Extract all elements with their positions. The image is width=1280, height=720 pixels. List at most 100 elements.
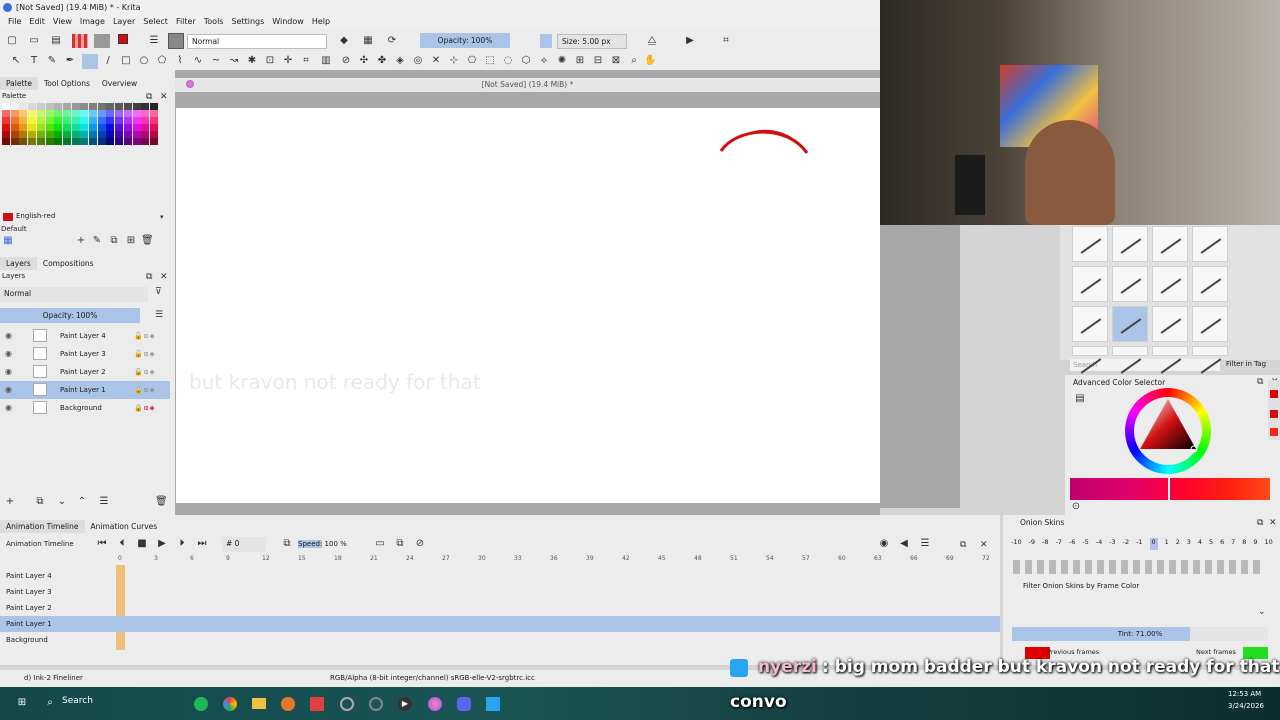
brush-preset-tile[interactable]	[1112, 346, 1148, 374]
palette-swatch[interactable]	[132, 124, 141, 131]
onion-frame-number[interactable]: -9	[1029, 538, 1035, 550]
move-layer-down-icon[interactable]: ⌄	[56, 496, 68, 508]
brush-preset-tile[interactable]	[1192, 266, 1228, 302]
onion-frame-number[interactable]: -6	[1069, 538, 1075, 550]
palette-swatch[interactable]	[149, 138, 158, 145]
palette-swatch[interactable]	[28, 124, 37, 131]
bezier-tool-icon[interactable]: ∿	[192, 55, 204, 67]
onion-frame-number[interactable]: 3	[1187, 538, 1191, 550]
palette-swatch[interactable]	[89, 131, 97, 138]
color-float-icon[interactable]: ⧉	[1257, 377, 1263, 387]
brush-preset-tile[interactable]	[1112, 266, 1148, 302]
start-icon[interactable]: ⊞	[16, 697, 28, 709]
pen-app-icon[interactable]	[486, 697, 500, 711]
palette-swatch[interactable]	[45, 103, 54, 110]
palette-swatch[interactable]	[10, 103, 19, 110]
palette-swatch[interactable]	[36, 131, 45, 138]
layer-row[interactable]: ◉ Background 🔒α◈	[0, 399, 170, 417]
brush-size-slider[interactable]: Size: 5.00 px	[557, 34, 627, 49]
onion-frame-number[interactable]: -8	[1042, 538, 1048, 550]
prev-frame-icon[interactable]: ⏴	[116, 538, 128, 550]
palette-swatch[interactable]	[10, 110, 19, 117]
assistant-tool-icon[interactable]: ✕	[430, 55, 442, 67]
palette-swatch[interactable]	[132, 110, 141, 117]
mirror-horizontal-icon[interactable]: ⧋	[646, 35, 658, 47]
play-icon[interactable]: ▶	[156, 538, 168, 550]
onion-frame-number[interactable]: 7	[1231, 538, 1235, 550]
layer-lock-icon[interactable]: 🔓α◈	[134, 381, 156, 399]
add-swatch-icon[interactable]: +	[75, 235, 87, 247]
palette-swatch[interactable]	[115, 131, 124, 138]
tab-animation-curves[interactable]: Animation Curves	[85, 520, 164, 533]
palette-swatch[interactable]	[141, 138, 150, 145]
palette-swatch[interactable]	[36, 103, 45, 110]
palette-swatch[interactable]	[54, 103, 63, 110]
magnetic-select-icon[interactable]: ⊠	[610, 55, 622, 67]
color-history-icon[interactable]: ⊙	[1070, 501, 1082, 513]
layer-lock-icon[interactable]: 🔓α◈	[134, 345, 156, 363]
palette-swatch[interactable]	[97, 117, 106, 124]
palette-swatch[interactable]	[115, 117, 124, 124]
frame-spinbox[interactable]: # 0	[222, 537, 266, 552]
chevron-down-icon[interactable]: ▾	[160, 212, 164, 222]
palette-swatch[interactable]	[80, 103, 89, 110]
palette-swatch[interactable]	[36, 138, 45, 145]
palette-swatch[interactable]	[45, 131, 54, 138]
palette-swatch[interactable]	[71, 131, 80, 138]
layer-opacity-slider[interactable]: Opacity: 100%	[0, 308, 140, 323]
brush-preset-tile[interactable]	[1152, 346, 1188, 374]
palette-swatch[interactable]	[2, 103, 10, 110]
menu-filter[interactable]: Filter	[172, 15, 200, 29]
rectangle-tool-icon[interactable]: □	[120, 55, 132, 67]
palette-swatch[interactable]	[89, 138, 97, 145]
layer-blend-select[interactable]: Normal	[0, 287, 148, 302]
new-file-icon[interactable]: ▢	[6, 35, 18, 47]
palette-swatch[interactable]	[123, 131, 132, 138]
polyline-tool-icon[interactable]: ⌇	[174, 55, 186, 67]
dynamic-brush-icon[interactable]: ↝	[228, 55, 240, 67]
palette-swatch[interactable]	[106, 124, 115, 131]
bezier-select-icon[interactable]: ⊟	[592, 55, 604, 67]
onion-frame-number[interactable]: 4	[1198, 538, 1202, 550]
palette-swatch[interactable]	[123, 117, 132, 124]
palette-swatch[interactable]	[2, 131, 10, 138]
palette-swatch[interactable]	[71, 138, 80, 145]
palette-swatch[interactable]	[10, 138, 19, 145]
palette-swatch[interactable]	[141, 117, 150, 124]
layer-row-selected[interactable]: ◉ Paint Layer 1 🔓α◈	[0, 381, 170, 399]
palette-swatch[interactable]	[132, 117, 141, 124]
palette-swatch[interactable]	[97, 138, 106, 145]
multibrush-icon[interactable]: ✱	[246, 55, 258, 67]
slider-handle[interactable]	[1168, 478, 1170, 500]
swatch-group-icon[interactable]: ⧉	[108, 235, 120, 247]
layer-properties-icon[interactable]: ☰	[98, 496, 110, 508]
palette-swatch[interactable]	[106, 138, 115, 145]
palette-swatch[interactable]	[54, 117, 63, 124]
brush-preset-tile[interactable]	[1112, 306, 1148, 342]
onion-frame-number[interactable]: 6	[1220, 538, 1224, 550]
close-icon[interactable]: ✕	[160, 92, 168, 102]
stop-icon[interactable]: ■	[136, 538, 148, 550]
palette-swatch[interactable]	[106, 103, 115, 110]
brush-preset-tile[interactable]	[1152, 266, 1188, 302]
measure-tool-icon[interactable]: ⊹	[448, 55, 460, 67]
timeline-layer-row-selected[interactable]: Paint Layer 1	[0, 616, 1000, 632]
discord-icon[interactable]	[457, 697, 471, 711]
palette-swatch[interactable]	[115, 110, 124, 117]
onion-opacity-bars[interactable]	[1013, 560, 1263, 574]
hue-ring[interactable]	[1125, 388, 1211, 474]
rect-select-icon[interactable]: ⬚	[484, 55, 496, 67]
palette-swatch[interactable]	[2, 117, 10, 124]
app-icon[interactable]	[310, 697, 324, 711]
palette-swatch[interactable]	[115, 103, 124, 110]
palette-swatch[interactable]	[80, 110, 89, 117]
timeline-layer-row[interactable]: Paint Layer 3	[0, 584, 1000, 600]
brush-preset-tile[interactable]	[1192, 346, 1228, 374]
palette-swatch[interactable]	[71, 117, 80, 124]
brush-preset-tile[interactable]	[1152, 306, 1188, 342]
palette-swatch[interactable]	[54, 110, 63, 117]
palette-swatch[interactable]	[36, 110, 45, 117]
history-swatch[interactable]	[1270, 410, 1278, 418]
palette-swatch[interactable]	[45, 124, 54, 131]
palette-swatch[interactable]	[149, 103, 158, 110]
